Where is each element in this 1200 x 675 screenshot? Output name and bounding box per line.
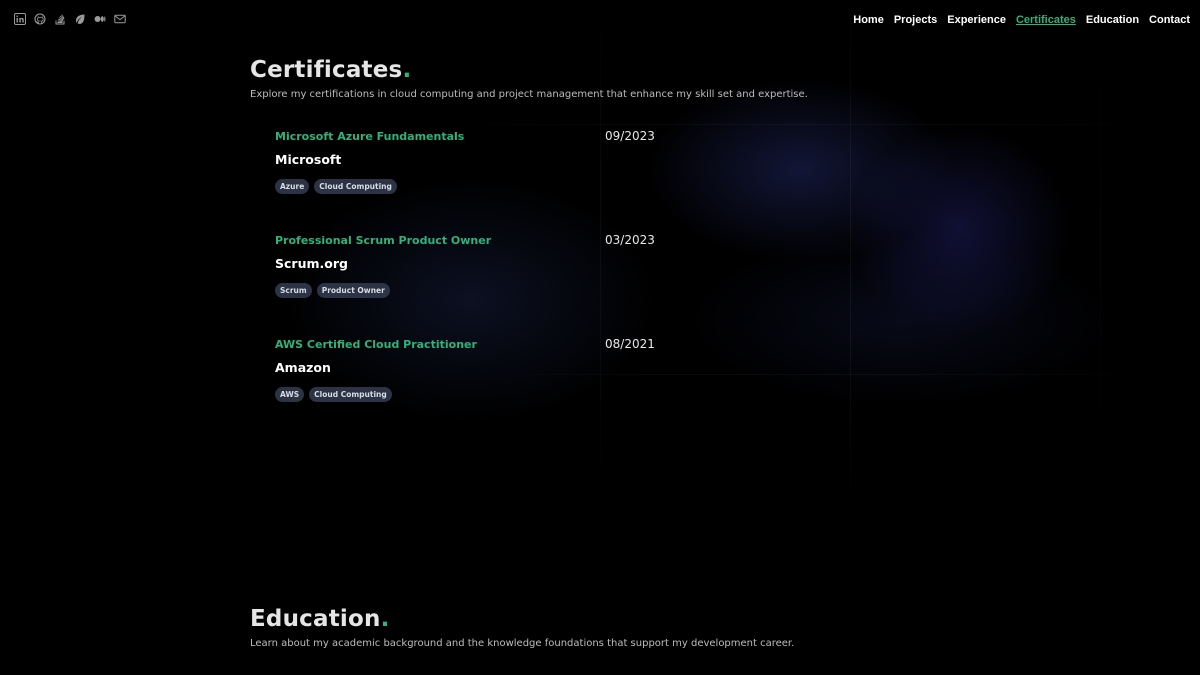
page: Home Projects Experience Certificates Ed… (0, 0, 1200, 675)
certificate-issuer: Scrum.org (275, 256, 348, 271)
education-title: Education. (250, 606, 794, 632)
education-subtitle: Learn about my academic background and t… (250, 638, 795, 649)
linkedin-icon[interactable] (14, 13, 26, 25)
tag: Cloud Computing (314, 179, 397, 194)
nav-contact[interactable]: Contact (1149, 13, 1190, 27)
leaf-icon[interactable] (74, 13, 86, 25)
tag: Product Owner (316, 283, 390, 298)
social-links (14, 13, 126, 25)
certificates-header: Certificates. Explore my certifications … (250, 57, 808, 100)
certificate-date: 03/2023 (605, 233, 655, 247)
nav-projects[interactable]: Projects (894, 13, 937, 27)
certificate-date: 09/2023 (605, 129, 655, 143)
certificate-tags: Scrum Product Owner (275, 283, 675, 298)
certificate-item: Professional Scrum Product Owner 03/2023… (275, 233, 675, 298)
title-dot: . (380, 606, 390, 632)
nav-experience[interactable]: Experience (947, 13, 1006, 27)
certificate-date: 08/2021 (605, 337, 655, 351)
github-icon[interactable] (34, 13, 46, 25)
title-dot: . (402, 57, 412, 83)
certificate-issuer: Amazon (275, 360, 331, 375)
certificate-tags: AWS Cloud Computing (275, 387, 675, 402)
certificates-title: Certificates. (250, 57, 808, 83)
nav-home[interactable]: Home (853, 13, 884, 27)
medium-icon[interactable] (94, 13, 106, 25)
tag: AWS (275, 387, 305, 402)
certificate-tags: Azure Cloud Computing (275, 179, 675, 194)
nav-certificates[interactable]: Certificates (1016, 13, 1076, 27)
tag: Scrum (275, 283, 312, 298)
mail-icon[interactable] (114, 13, 126, 25)
main-nav: Home Projects Experience Certificates Ed… (853, 13, 1190, 27)
stack-overflow-icon[interactable] (54, 13, 66, 25)
certificate-issuer: Microsoft (275, 152, 342, 167)
education-header: Education. Learn about my academic backg… (250, 606, 794, 649)
education-title-text: Education (250, 606, 381, 632)
tag: Cloud Computing (309, 387, 392, 402)
tag: Azure (275, 179, 310, 194)
certificate-item: AWS Certified Cloud Practitioner 08/2021… (275, 337, 675, 402)
certificate-item: Microsoft Azure Fundamentals 09/2023 Mic… (275, 129, 675, 194)
certificates-subtitle: Explore my certifications in cloud compu… (250, 89, 808, 100)
certificates-title-text: Certificates (250, 57, 403, 83)
nav-education[interactable]: Education (1086, 13, 1139, 27)
